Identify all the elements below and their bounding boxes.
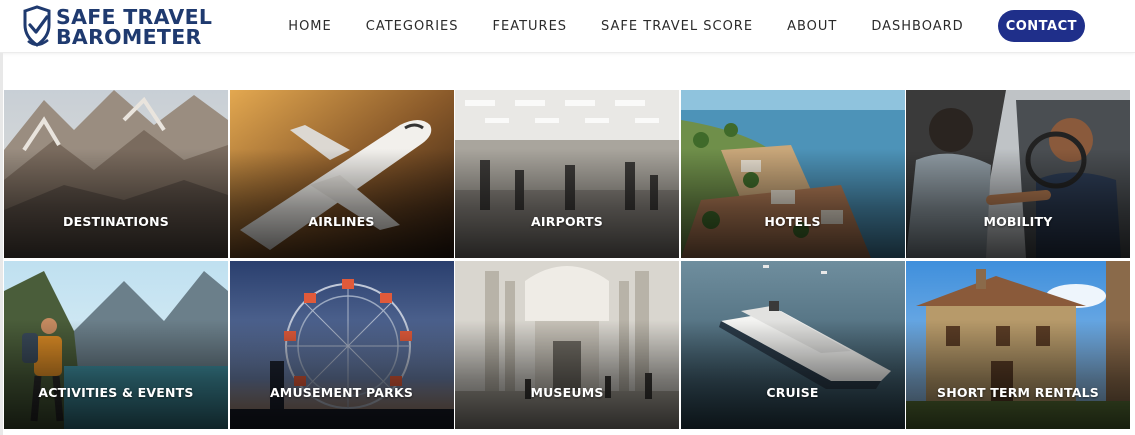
tile-overlay: [680, 261, 905, 429]
contact-button[interactable]: CONTACT: [997, 10, 1085, 42]
category-tile-airports[interactable]: AIRPORTS: [455, 90, 679, 258]
category-label: MUSEUMS: [530, 385, 604, 400]
tile-overlay: [680, 90, 905, 258]
category-label: DESTINATIONS: [63, 214, 169, 229]
brand-line-1: SAFE TRAVEL: [56, 5, 213, 29]
brand-line-2: BAROMETER: [56, 25, 202, 49]
category-tile-museums[interactable]: MUSEUMS: [455, 261, 679, 429]
category-tile-hotels[interactable]: HOTELS: [680, 90, 905, 258]
category-label: AMUSEMENT PARKS: [269, 385, 414, 400]
category-label: ACTIVITIES & EVENTS: [38, 385, 194, 400]
category-label: CRUISE: [766, 385, 819, 400]
tile-overlay: [455, 90, 679, 258]
tile-overlay: [229, 90, 454, 258]
brand-name: SAFE TRAVEL BAROMETER: [56, 5, 213, 49]
tile-overlay: [229, 261, 454, 429]
nav-safe-travel-score[interactable]: SAFE TRAVEL SCORE: [601, 19, 753, 34]
nav-features[interactable]: FEATURES: [493, 19, 568, 34]
nav-dashboard[interactable]: DASHBOARD: [871, 19, 963, 34]
category-tile-cruise[interactable]: CRUISE: [680, 261, 905, 429]
category-grid: DESTINATIONS AIRLINES AIRPORTS HOTELS MO…: [4, 90, 1130, 430]
category-tile-activities-events[interactable]: ACTIVITIES & EVENTS: [4, 261, 228, 429]
category-label: SHORT TERM RENTALS: [937, 385, 1099, 400]
site-header: SAFE TRAVEL BAROMETER HOME CATEGORIES FE…: [0, 0, 1135, 53]
category-label: HOTELS: [764, 214, 821, 229]
nav-about[interactable]: ABOUT: [787, 19, 837, 34]
category-tile-mobility[interactable]: MOBILITY: [906, 90, 1130, 258]
category-label: AIRLINES: [308, 214, 375, 229]
shield-check-icon: [23, 5, 51, 47]
category-tile-destinations[interactable]: DESTINATIONS: [4, 90, 228, 258]
tile-overlay: [4, 90, 228, 258]
category-tile-amusement-parks[interactable]: AMUSEMENT PARKS: [229, 261, 454, 429]
category-label: AIRPORTS: [531, 214, 603, 229]
nav-home[interactable]: HOME: [288, 19, 331, 34]
category-label: MOBILITY: [983, 214, 1053, 229]
tile-overlay: [455, 261, 679, 429]
tile-overlay: [906, 261, 1130, 429]
tile-overlay: [4, 261, 228, 429]
page-edge: [0, 53, 3, 435]
nav-categories[interactable]: CATEGORIES: [366, 19, 459, 34]
main-nav: HOME CATEGORIES FEATURES SAFE TRAVEL SCO…: [288, 10, 1085, 42]
category-tile-airlines[interactable]: AIRLINES: [229, 90, 454, 258]
tile-overlay: [906, 90, 1130, 258]
category-tile-short-term-rentals[interactable]: SHORT TERM RENTALS: [906, 261, 1130, 429]
site-logo[interactable]: SAFE TRAVEL BAROMETER: [22, 5, 212, 49]
